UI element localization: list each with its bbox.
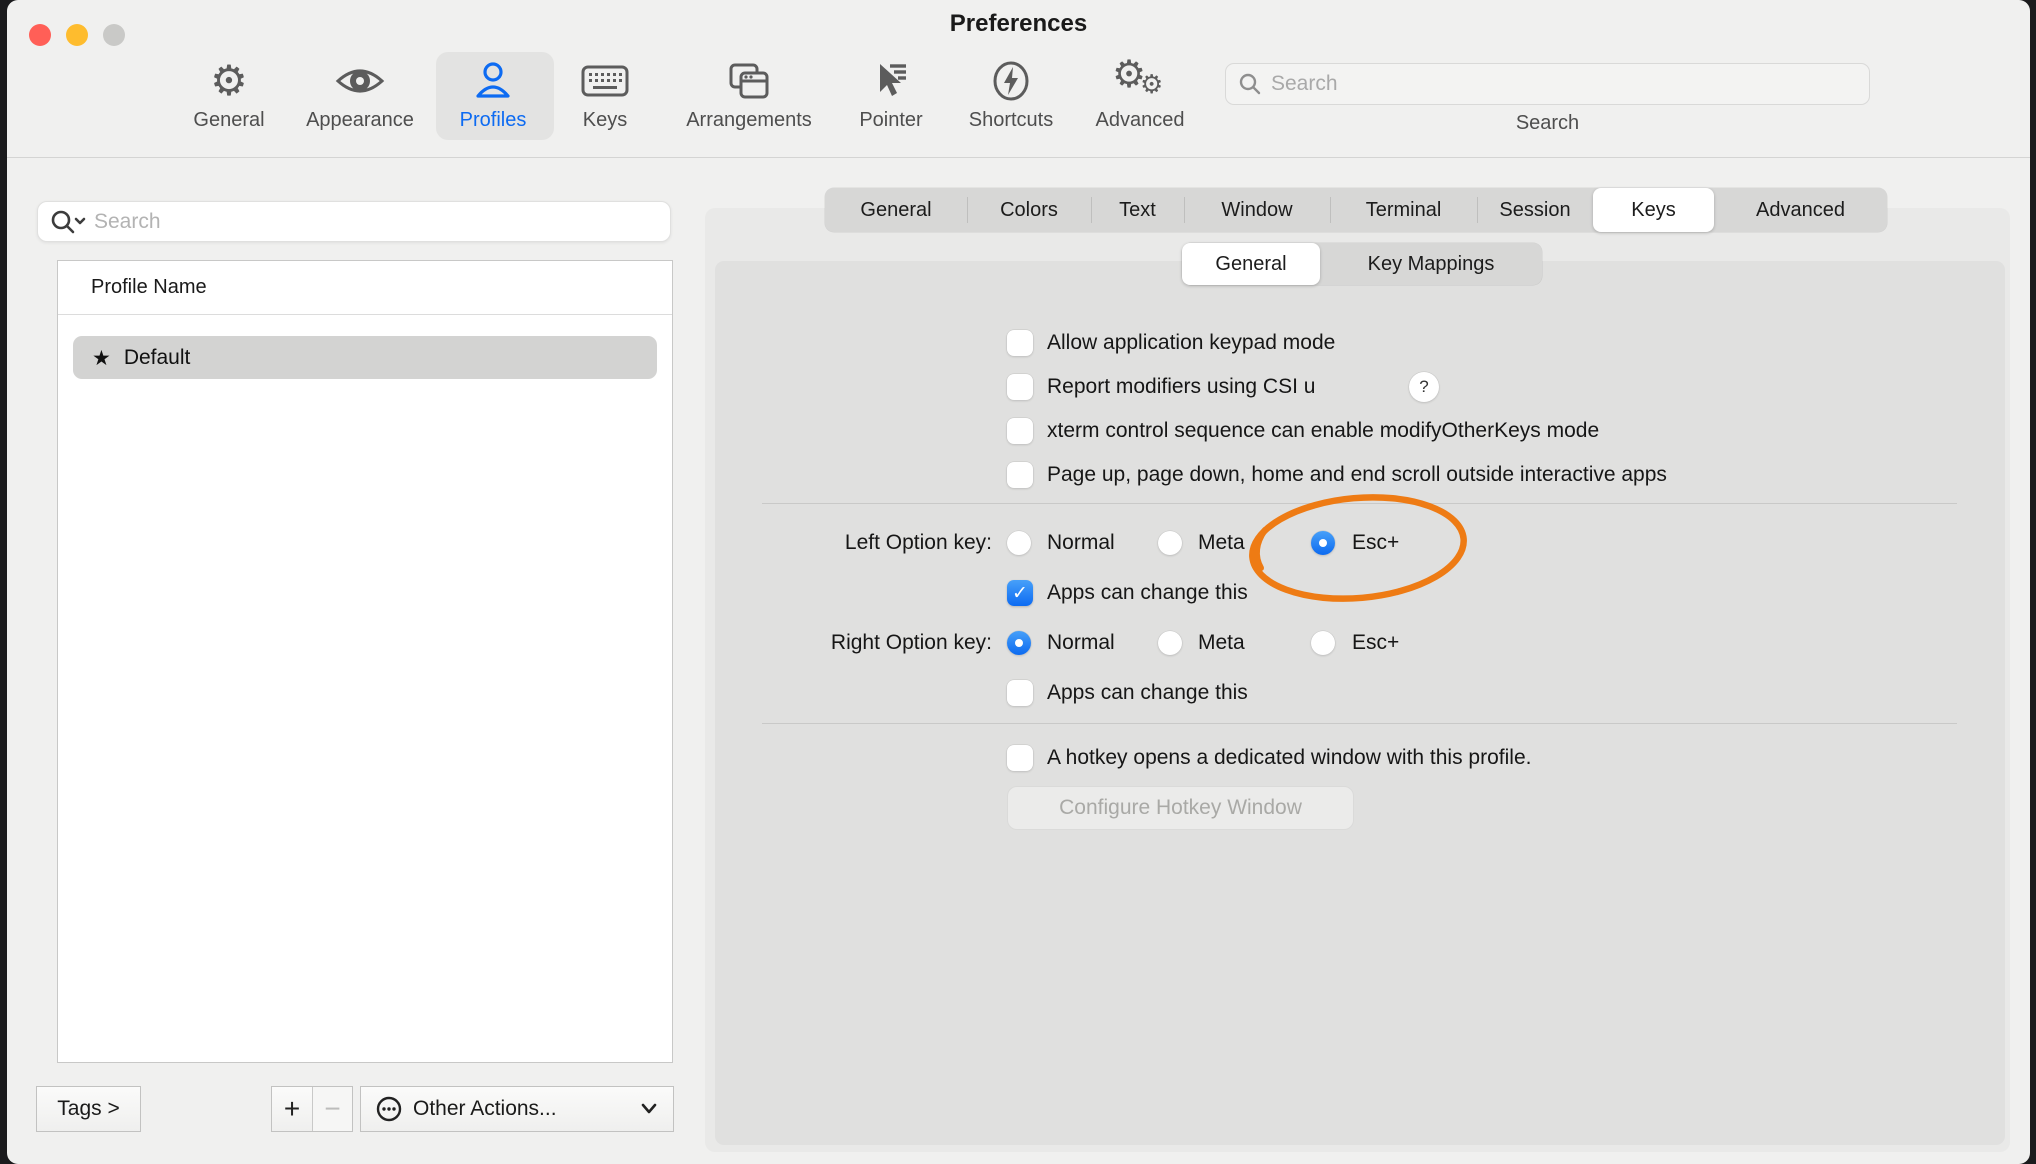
checkbox-label: Allow application keypad mode [1047, 331, 1335, 355]
tab-general[interactable]: General [825, 188, 967, 232]
tab-keys[interactable]: Keys [1593, 188, 1714, 232]
section-divider [762, 723, 1957, 724]
checkbox-unchecked[interactable]: ✓ [1007, 680, 1033, 706]
checkbox-label: Page up, page down, home and end scroll … [1047, 463, 1667, 487]
radio-label[interactable]: Meta [1198, 528, 1245, 558]
toolbar-item-label: Shortcuts [969, 109, 1053, 132]
configure-hotkey-window-button[interactable]: Configure Hotkey Window [1007, 786, 1354, 830]
subtab-key-mappings[interactable]: Key Mappings [1320, 243, 1542, 285]
preferences-window: Preferences ⚙ General Appearance Profile… [7, 0, 2030, 1164]
subtab-general[interactable]: General [1182, 243, 1320, 285]
checkbox-label: Apps can change this [1047, 581, 1248, 605]
apps-can-change-row[interactable]: ✓ Apps can change this [1007, 678, 1248, 708]
tags-button[interactable]: Tags > [36, 1086, 141, 1132]
tab-text[interactable]: Text [1091, 188, 1184, 232]
search-options-icon[interactable] [50, 209, 86, 235]
radio-label[interactable]: Normal [1047, 628, 1115, 658]
profile-name: Default [124, 346, 191, 370]
toolbar-divider [7, 157, 2030, 158]
tab-advanced[interactable]: Advanced [1714, 188, 1887, 232]
radio-label[interactable]: Esc+ [1352, 528, 1399, 558]
apps-can-change-row[interactable]: ✓ Apps can change this [1007, 578, 1248, 608]
left-option-key-label: Left Option key: [707, 528, 992, 558]
help-button[interactable]: ? [1409, 372, 1439, 402]
eye-icon [334, 56, 386, 106]
tab-terminal[interactable]: Terminal [1330, 188, 1477, 232]
star-icon: ★ [92, 346, 111, 370]
section-divider [762, 503, 1957, 504]
radio-label[interactable]: Meta [1198, 628, 1245, 658]
radio-esc-selected[interactable] [1311, 531, 1335, 555]
person-icon [471, 56, 515, 106]
checkbox-unchecked[interactable]: ✓ [1007, 374, 1033, 400]
toolbar-search-field[interactable] [1225, 63, 1870, 105]
question-mark-icon: ? [1419, 377, 1428, 397]
hotkey-checkbox-row[interactable]: ✓ A hotkey opens a dedicated window with… [1007, 743, 1531, 773]
checkbox-label: A hotkey opens a dedicated window with t… [1047, 746, 1531, 770]
checkbox-unchecked[interactable]: ✓ [1007, 330, 1033, 356]
right-option-key-row: Right Option key: Normal Meta Esc+ [707, 628, 1507, 658]
cursor-icon [868, 56, 914, 106]
left-option-key-row: Left Option key: Normal Meta Esc+ [707, 528, 1507, 558]
checkbox-label: Apps can change this [1047, 681, 1248, 705]
toolbar-item-advanced[interactable]: ⚙ ⚙ Advanced [1045, 56, 1235, 132]
checkbox-unchecked[interactable]: ✓ [1007, 745, 1033, 771]
toolbar-item-label: Advanced [1096, 109, 1185, 132]
checkbox-row[interactable]: ✓ Report modifiers using CSI u [1007, 372, 1315, 402]
tab-colors[interactable]: Colors [967, 188, 1091, 232]
checkbox-row[interactable]: ✓ xterm control sequence can enable modi… [1007, 416, 1599, 446]
other-actions-label: Other Actions... [413, 1097, 629, 1121]
checkbox-row[interactable]: ✓ Page up, page down, home and end scrol… [1007, 460, 1667, 490]
profile-list-panel: Profile Name ★ Default [57, 260, 673, 1063]
radio-label[interactable]: Esc+ [1352, 628, 1399, 658]
minus-icon: − [324, 1093, 340, 1125]
right-option-key-label: Right Option key: [707, 628, 992, 658]
radio-normal-selected[interactable] [1007, 631, 1031, 655]
ellipsis-circle-icon [375, 1095, 403, 1123]
checkbox-label: Report modifiers using CSI u [1047, 375, 1315, 399]
profile-tab-bar: General Colors Text Window Terminal Sess… [825, 188, 1887, 232]
toolbar-item-label: Arrangements [686, 109, 812, 132]
add-remove-group: + − [271, 1086, 353, 1132]
search-icon [1238, 72, 1262, 96]
keyboard-icon [579, 56, 631, 106]
gears-icon: ⚙ ⚙ [1110, 56, 1170, 106]
radio-meta-unselected[interactable] [1158, 531, 1182, 555]
profile-row-default[interactable]: ★ Default [73, 336, 657, 379]
search-input[interactable] [1271, 72, 1857, 96]
toolbar-item-label: Pointer [859, 109, 922, 132]
window-title: Preferences [7, 10, 2030, 38]
checkbox-checked[interactable]: ✓ [1007, 580, 1033, 606]
keys-subtab-bar: General Key Mappings [1182, 243, 1542, 285]
tab-session[interactable]: Session [1477, 188, 1593, 232]
checkbox-label: xterm control sequence can enable modify… [1047, 419, 1599, 443]
add-profile-button[interactable]: + [272, 1087, 313, 1131]
profile-search-input[interactable] [94, 210, 658, 234]
plus-icon: + [284, 1093, 300, 1125]
bolt-icon [988, 56, 1034, 106]
checkbox-row[interactable]: ✓ Allow application keypad mode [1007, 328, 1335, 358]
radio-meta-unselected[interactable] [1158, 631, 1182, 655]
chevron-down-icon [639, 1102, 659, 1116]
toolbar-item-label: Keys [583, 109, 627, 132]
other-actions-dropdown[interactable]: Other Actions... [360, 1086, 674, 1132]
radio-label[interactable]: Normal [1047, 528, 1115, 558]
checkbox-unchecked[interactable]: ✓ [1007, 418, 1033, 444]
profile-list-column-header: Profile Name [58, 261, 672, 315]
windows-icon [725, 56, 773, 106]
keys-general-panel [715, 261, 2005, 1145]
configure-hotkey-window-label: Configure Hotkey Window [1059, 796, 1302, 820]
profile-search-field[interactable] [37, 201, 671, 242]
tab-window[interactable]: Window [1184, 188, 1330, 232]
checkbox-unchecked[interactable]: ✓ [1007, 462, 1033, 488]
radio-esc-unselected[interactable] [1311, 631, 1335, 655]
tags-button-label: Tags > [57, 1097, 119, 1121]
remove-profile-button[interactable]: − [313, 1087, 352, 1131]
toolbar-search-caption: Search [1225, 112, 1870, 135]
radio-normal-unselected[interactable] [1007, 531, 1031, 555]
toolbar-item-label: General [193, 109, 264, 132]
gear-icon: ⚙ [210, 56, 248, 106]
